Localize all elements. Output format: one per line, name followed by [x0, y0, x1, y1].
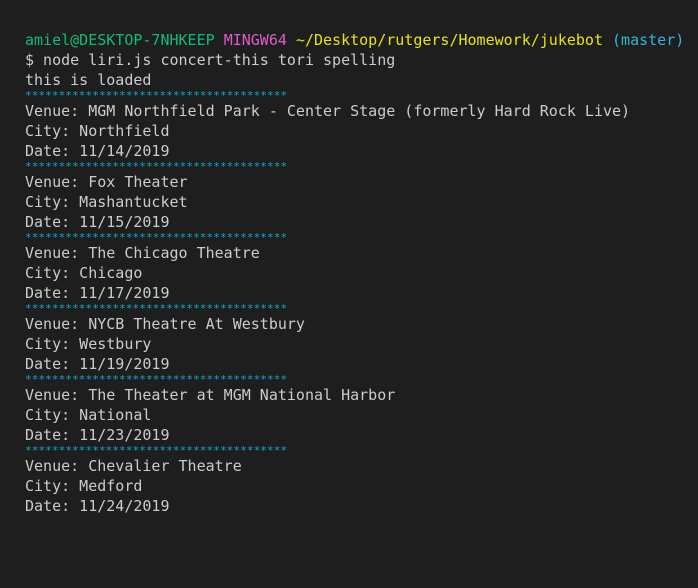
event-block: Venue: The Chicago Theatre City: Chicago… [25, 243, 698, 314]
separator: *************************************** [25, 89, 288, 102]
event-venue: Venue: The Theater at MGM National Harbo… [25, 386, 396, 404]
event-date: Date: 11/17/2019 [25, 284, 170, 302]
event-block: Venue: MGM Northfield Park - Center Stag… [25, 101, 698, 172]
event-city: City: National [25, 406, 152, 424]
event-city: City: Westbury [25, 335, 152, 353]
event-date: Date: 11/19/2019 [25, 355, 170, 373]
event-city: City: Chicago [25, 264, 143, 282]
event-date: Date: 11/15/2019 [25, 213, 170, 231]
event-block: Venue: Chevalier Theatre City: Medford D… [25, 456, 698, 516]
event-date: Date: 11/24/2019 [25, 497, 170, 515]
event-date: Date: 11/14/2019 [25, 142, 170, 160]
prompt-branch: (master) [612, 31, 685, 49]
event-block: Venue: NYCB Theatre At Westbury City: We… [25, 314, 698, 385]
prompt-line: amiel@DESKTOP-7NHKEEP MINGW64 ~/Desktop/… [25, 30, 698, 50]
event-venue: Venue: MGM Northfield Park - Center Stag… [25, 102, 631, 120]
event-venue: Venue: The Chicago Theatre [25, 244, 260, 262]
event-city: City: Mashantucket [25, 193, 188, 211]
event-date: Date: 11/23/2019 [25, 426, 170, 444]
event-venue: Venue: NYCB Theatre At Westbury [25, 315, 305, 333]
event-city: City: Northfield [25, 122, 170, 140]
loaded-message: this is loaded [25, 71, 152, 89]
event-city: City: Medford [25, 477, 143, 495]
prompt-user-host: amiel@DESKTOP-7NHKEEP [25, 31, 215, 49]
event-venue: Venue: Chevalier Theatre [25, 457, 242, 475]
prompt-path: ~/Desktop/rutgers/Homework/jukebot [295, 31, 603, 49]
command-line: $ node liri.js concert-this tori spellin… [25, 51, 396, 69]
event-venue: Venue: Fox Theater [25, 173, 188, 191]
separator: *************************************** [25, 302, 288, 315]
event-block: Venue: Fox Theater City: Mashantucket Da… [25, 172, 698, 243]
separator: *************************************** [25, 231, 288, 244]
separator: *************************************** [25, 373, 288, 386]
event-block: Venue: The Theater at MGM National Harbo… [25, 385, 698, 456]
prompt-system: MINGW64 [223, 31, 287, 49]
separator: *************************************** [25, 160, 288, 173]
terminal-window[interactable]: amiel@DESKTOP-7NHKEEP MINGW64 ~/Desktop/… [0, 0, 698, 588]
separator: *************************************** [25, 444, 288, 457]
